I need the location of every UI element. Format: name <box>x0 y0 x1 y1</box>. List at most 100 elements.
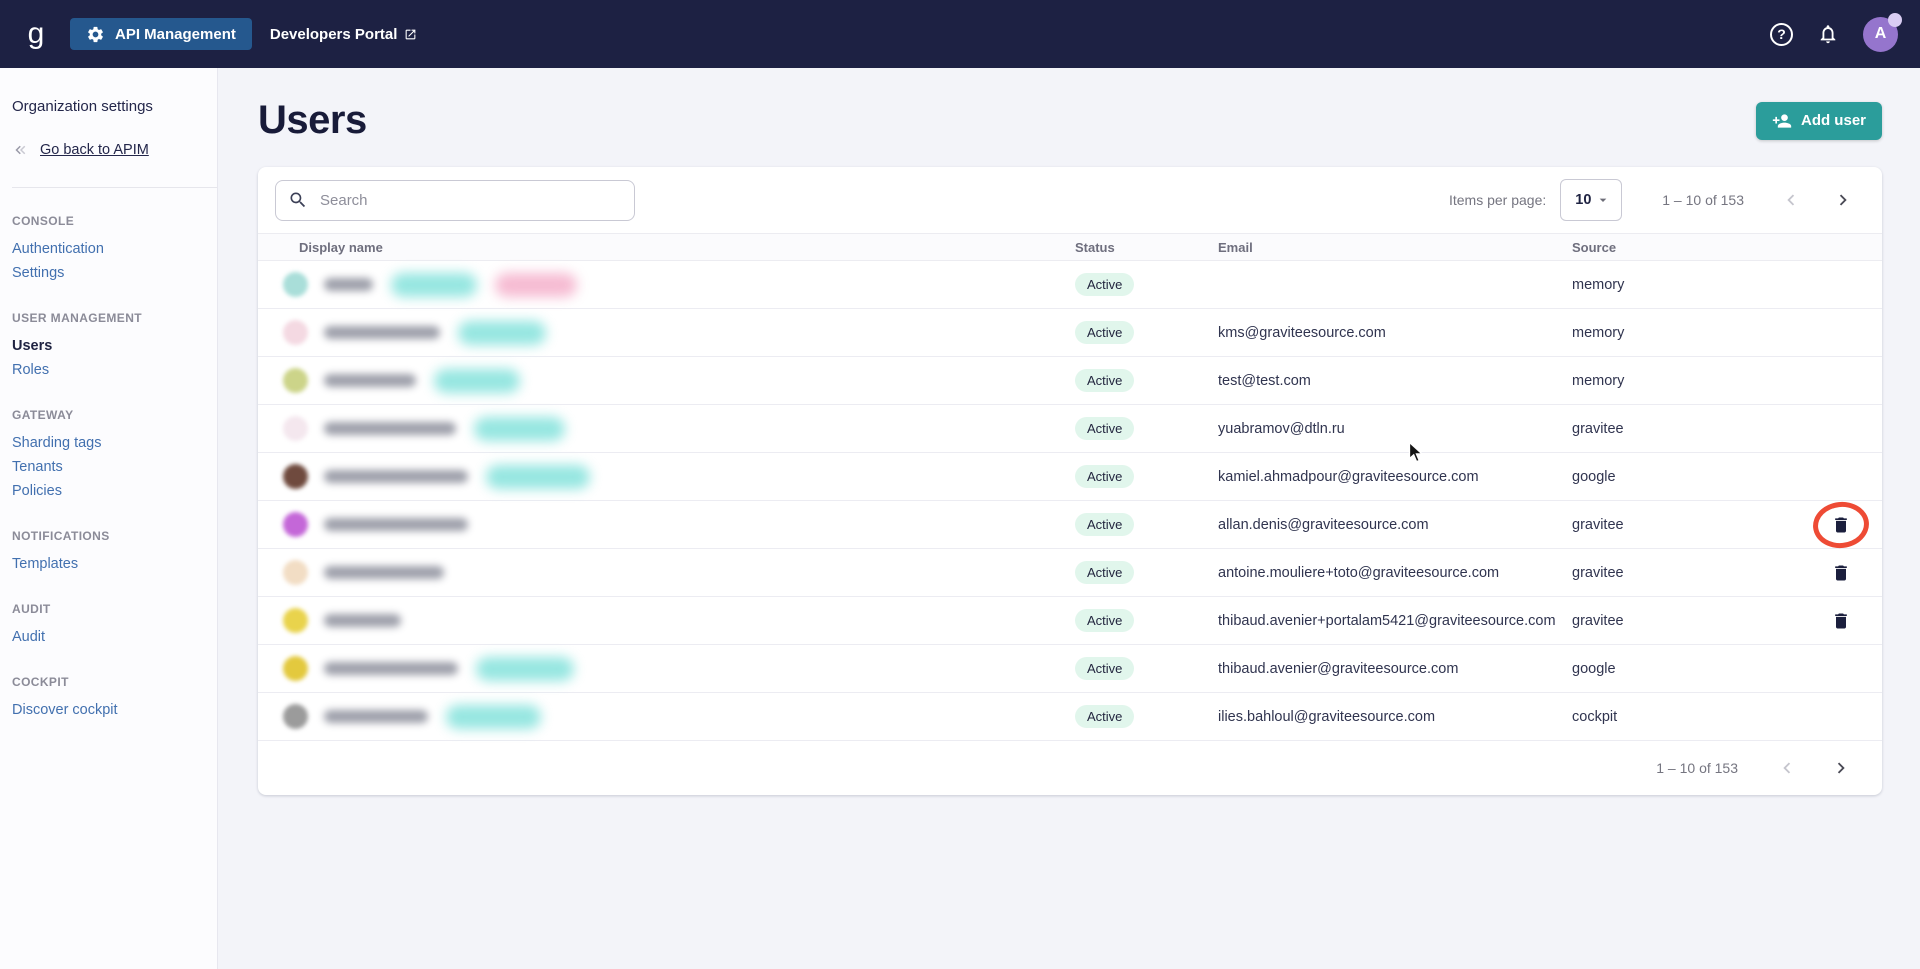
add-user-button[interactable]: Add user <box>1756 102 1882 140</box>
source-cell: google <box>1572 469 1800 485</box>
redacted-role-chip <box>434 369 520 393</box>
chevron-right-icon <box>1832 189 1854 211</box>
user-avatar-thumbnail <box>283 608 308 633</box>
page-title: Users <box>258 98 367 143</box>
redacted-display-name <box>324 518 468 531</box>
column-header-display-name: Display name <box>258 240 1075 255</box>
source-cell: google <box>1572 661 1800 677</box>
delete-user-button[interactable] <box>1827 559 1855 587</box>
table-row[interactable]: Activethibaud.avenier+portalam5421@gravi… <box>258 597 1882 645</box>
user-avatar-thumbnail <box>283 320 308 345</box>
table-row[interactable]: Activeallan.denis@graviteesource.comgrav… <box>258 501 1882 549</box>
actions-cell <box>1800 405 1882 452</box>
add-user-label: Add user <box>1801 112 1866 129</box>
pagination-range-label-bottom: 1 – 10 of 153 <box>1656 760 1738 776</box>
sidebar-section: COCKPIT Discover cockpit <box>12 675 205 722</box>
search-input[interactable] <box>320 192 622 209</box>
table-row[interactable]: Activetest@test.commemory <box>258 357 1882 405</box>
status-cell: Active <box>1075 417 1218 440</box>
previous-page-button-bottom[interactable] <box>1770 751 1804 785</box>
user-avatar-thumbnail <box>283 368 308 393</box>
redacted-role-chip <box>495 273 577 297</box>
sidebar-item-policies[interactable]: Policies <box>12 479 205 503</box>
actions-cell <box>1800 549 1882 596</box>
sidebar-title: Organization settings <box>12 98 205 115</box>
developers-portal-label: Developers Portal <box>270 26 398 43</box>
display-name-cell <box>258 368 1075 393</box>
sidebar-section-header: CONSOLE <box>12 214 205 228</box>
table-toolbar: Items per page: 10 1 – 10 of 153 <box>258 167 1882 233</box>
sidebar-item-templates[interactable]: Templates <box>12 552 205 576</box>
display-name-cell <box>258 512 1075 537</box>
sidebar-divider <box>12 187 217 188</box>
users-table-body: ActivememoryActivekms@graviteesource.com… <box>258 261 1882 741</box>
user-avatar-thumbnail <box>283 560 308 585</box>
status-cell: Active <box>1075 657 1218 680</box>
table-header-row: Display name Status Email Source <box>258 233 1882 261</box>
source-cell: gravitee <box>1572 613 1800 629</box>
user-avatar-thumbnail <box>283 512 308 537</box>
sidebar-item-authentication[interactable]: Authentication <box>12 237 205 261</box>
sidebar-item-tenants[interactable]: Tenants <box>12 455 205 479</box>
sidebar-section-header: AUDIT <box>12 602 205 616</box>
column-header-source: Source <box>1572 240 1800 255</box>
next-page-button[interactable] <box>1826 183 1860 217</box>
sidebar-item-discover-cockpit[interactable]: Discover cockpit <box>12 698 205 722</box>
sidebar-section-header: COCKPIT <box>12 675 205 689</box>
go-back-label: Go back to APIM <box>40 142 149 158</box>
notifications-bell-icon[interactable] <box>1817 23 1839 45</box>
status-cell: Active <box>1075 609 1218 632</box>
search-icon <box>288 190 308 210</box>
source-cell: memory <box>1572 325 1800 341</box>
status-cell: Active <box>1075 465 1218 488</box>
actions-cell <box>1800 693 1882 740</box>
help-glyph: ? <box>1777 26 1786 42</box>
sidebar-item-settings[interactable]: Settings <box>12 261 205 285</box>
redacted-display-name <box>324 662 458 675</box>
pagination-range-label: 1 – 10 of 153 <box>1662 192 1744 208</box>
email-cell: kms@graviteesource.com <box>1218 325 1572 341</box>
display-name-cell <box>258 320 1075 345</box>
sidebar-item-sharding-tags[interactable]: Sharding tags <box>12 431 205 455</box>
table-row[interactable]: Activethibaud.avenier@graviteesource.com… <box>258 645 1882 693</box>
gravitee-logo-icon[interactable]: g <box>14 19 58 49</box>
trash-icon <box>1831 563 1851 583</box>
status-cell: Active <box>1075 321 1218 344</box>
search-box <box>275 180 635 221</box>
source-cell: gravitee <box>1572 517 1800 533</box>
table-row[interactable]: Activeantoine.mouliere+toto@graviteesour… <box>258 549 1882 597</box>
api-management-label: API Management <box>115 26 236 43</box>
redacted-display-name <box>324 614 401 627</box>
redacted-role-chip <box>391 273 477 297</box>
next-page-button-bottom[interactable] <box>1824 751 1858 785</box>
gear-icon <box>86 25 105 44</box>
sidebar-item-audit[interactable]: Audit <box>12 625 205 649</box>
table-row[interactable]: Activeilies.bahloul@graviteesource.comco… <box>258 693 1882 741</box>
go-back-to-apim-link[interactable]: Go back to APIM <box>12 141 205 159</box>
email-cell: kamiel.ahmadpour@graviteesource.com <box>1218 469 1572 485</box>
previous-page-button[interactable] <box>1774 183 1808 217</box>
api-management-button[interactable]: API Management <box>70 18 252 50</box>
table-row[interactable]: Activeyuabramov@dtln.rugravitee <box>258 405 1882 453</box>
sidebar-item-users[interactable]: Users <box>12 334 205 358</box>
status-badge: Active <box>1075 273 1134 296</box>
items-per-page-label: Items per page: <box>1449 192 1546 208</box>
redacted-display-name <box>324 470 468 483</box>
table-row[interactable]: Activememory <box>258 261 1882 309</box>
redacted-display-name <box>324 374 416 387</box>
table-row[interactable]: Activekamiel.ahmadpour@graviteesource.co… <box>258 453 1882 501</box>
source-cell: memory <box>1572 373 1800 389</box>
actions-cell <box>1800 645 1882 692</box>
avatar-initial: A <box>1875 25 1887 43</box>
developers-portal-link[interactable]: Developers Portal <box>270 26 418 43</box>
sidebar: Organization settings Go back to APIM CO… <box>0 68 218 969</box>
table-row[interactable]: Activekms@graviteesource.commemory <box>258 309 1882 357</box>
users-table-card: Items per page: 10 1 – 10 of 153 <box>258 167 1882 795</box>
actions-cell <box>1800 309 1882 356</box>
chevron-right-icon <box>1830 757 1852 779</box>
items-per-page-select[interactable]: 10 <box>1560 179 1622 221</box>
delete-user-button[interactable] <box>1827 607 1855 635</box>
delete-user-button[interactable] <box>1827 511 1855 539</box>
sidebar-item-roles[interactable]: Roles <box>12 358 205 382</box>
help-icon[interactable]: ? <box>1770 23 1793 46</box>
